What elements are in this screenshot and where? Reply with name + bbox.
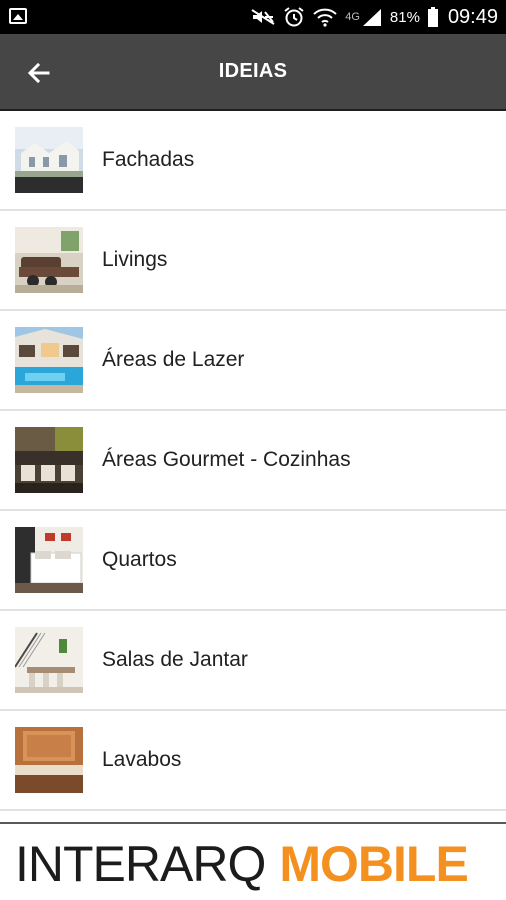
clock: 09:49 (447, 5, 498, 28)
facade-photo (15, 127, 83, 193)
living-room-photo (15, 227, 83, 293)
brand-suffix: MOBILE (279, 836, 468, 892)
list-item-label: Fachadas (102, 148, 195, 171)
list-item-livings[interactable]: Livings (0, 211, 506, 311)
list-item-label: Livings (102, 248, 168, 271)
list-item-label: Quartos (102, 548, 177, 571)
ideas-list: Fachadas Livings Áreas de Lazer Áreas Go… (0, 111, 506, 811)
battery-percent: 81% (389, 8, 420, 26)
pool-area-photo (15, 327, 83, 393)
brand-name: INTERARQ (15, 836, 266, 892)
battery-icon (427, 7, 438, 27)
dining-room-photo (15, 627, 83, 693)
gourmet-kitchen-photo (15, 427, 83, 493)
list-item-salas-de-jantar[interactable]: Salas de Jantar (0, 611, 506, 711)
signal-icon (362, 9, 381, 26)
app-toolbar: IDEIAS (0, 34, 506, 111)
list-item-label: Áreas Gourmet - Cozinhas (102, 448, 351, 471)
list-item-fachadas[interactable]: Fachadas (0, 111, 506, 211)
list-item-areas-gourmet[interactable]: Áreas Gourmet - Cozinhas (0, 411, 506, 511)
mute-icon (251, 9, 275, 25)
list-item-areas-de-lazer[interactable]: Áreas de Lazer (0, 311, 506, 411)
network-type-label: 4G (345, 11, 360, 23)
list-item-lavabos[interactable]: Lavabos (0, 711, 506, 811)
washroom-photo (15, 727, 83, 793)
status-bar: 4G 81% 09:49 (0, 0, 506, 34)
alarm-icon (284, 7, 304, 27)
list-item-label: Áreas de Lazer (102, 348, 245, 371)
image-icon (9, 8, 27, 24)
wifi-icon (313, 8, 337, 27)
list-item-quartos[interactable]: Quartos (0, 511, 506, 611)
brand-banner[interactable]: INTERARQ MOBILE (0, 822, 506, 900)
bedroom-photo (15, 527, 83, 593)
page-title: IDEIAS (218, 60, 288, 82)
brand-logo: INTERARQ MOBILE (15, 834, 469, 894)
list-item-label: Lavabos (102, 748, 182, 771)
list-item-label: Salas de Jantar (102, 648, 248, 671)
